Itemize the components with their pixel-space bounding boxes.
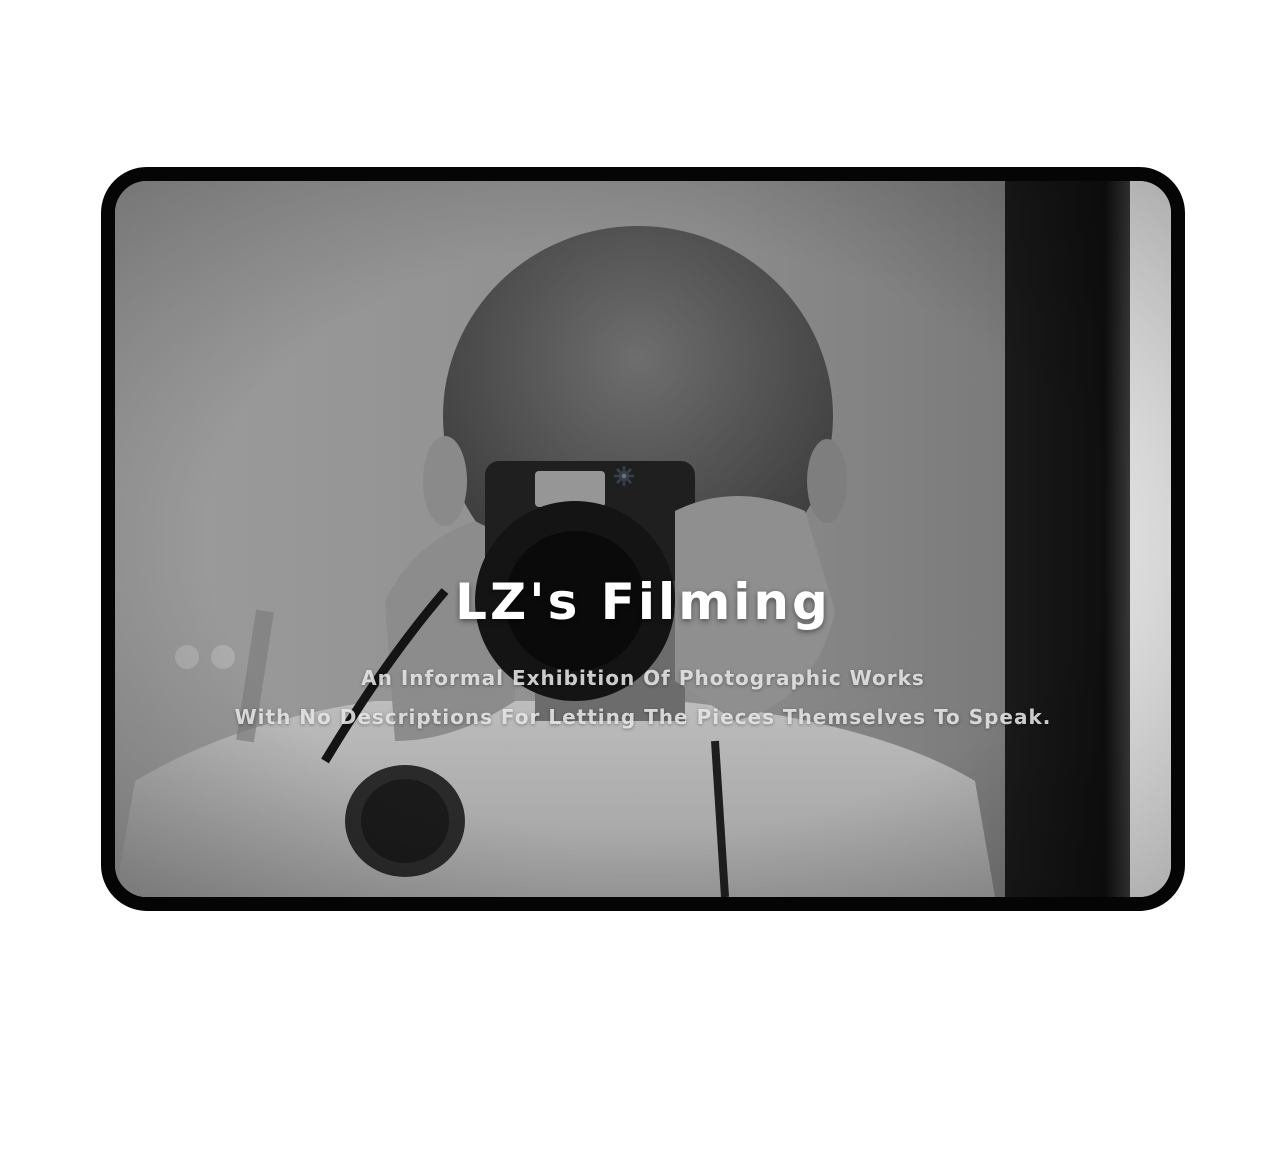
hero-photo-frame: LZ's Filming An Informal Exhibition Of P… (101, 167, 1185, 911)
page: LZ's Filming An Informal Exhibition Of P… (0, 0, 1286, 1170)
hero-subtitle-line-1: An Informal Exhibition Of Photographic W… (361, 666, 925, 690)
hero-title: LZ's Filming (455, 573, 831, 631)
hero-subtitle-line-2: With No Descriptions For Letting The Pie… (234, 705, 1052, 729)
gear-icon[interactable] (613, 465, 635, 487)
hero-photo (115, 181, 1171, 897)
